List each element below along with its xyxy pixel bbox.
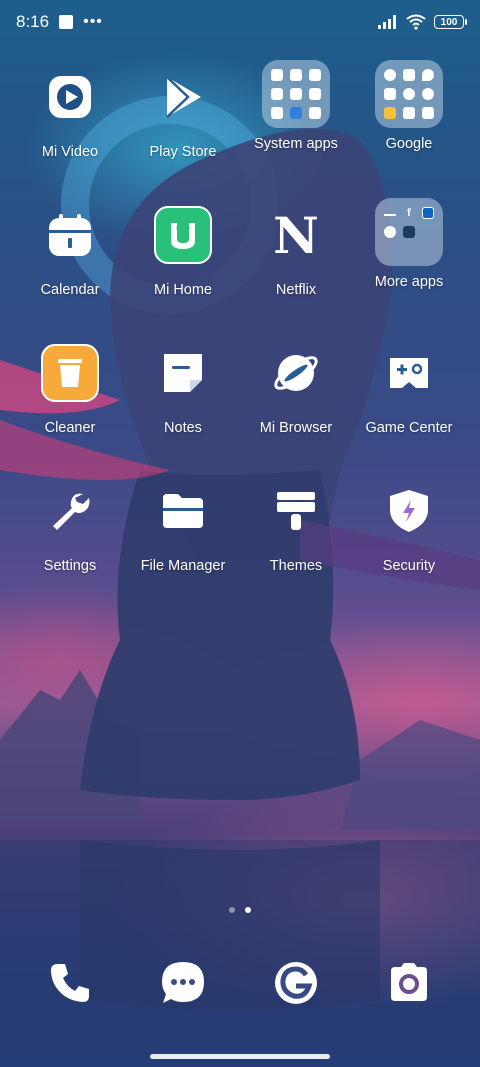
- wrench-icon: [41, 482, 99, 540]
- mini-app-icon: [402, 106, 415, 119]
- notes-icon: [154, 344, 212, 402]
- camera-icon: [391, 963, 427, 1001]
- more-apps-folder-icon: f: [375, 198, 443, 266]
- mini-app-icon: [403, 245, 415, 257]
- app-label: Notes: [164, 420, 202, 436]
- mini-app-icon: [421, 87, 434, 100]
- app-notes[interactable]: Notes: [127, 344, 239, 464]
- folder-label: Google: [385, 136, 433, 152]
- google-folder-icon: [375, 60, 443, 128]
- app-mi-video[interactable]: Mi Video: [14, 68, 126, 188]
- app-label: Themes: [269, 558, 323, 574]
- app-label: Mi Browser: [259, 420, 333, 436]
- app-label: Netflix: [275, 282, 317, 298]
- mini-app-icon: [271, 106, 284, 119]
- mini-app-icon: [402, 69, 415, 82]
- app-label: Mi Home: [153, 282, 212, 298]
- page-indicator: [0, 907, 480, 913]
- page-dot[interactable]: [229, 907, 235, 913]
- dock-phone[interactable]: [45, 958, 95, 1008]
- mini-app-icon: [422, 245, 434, 257]
- browser-g-icon: [275, 962, 317, 1004]
- mini-app-icon: [271, 69, 284, 82]
- mini-app-icon: [308, 87, 321, 100]
- mini-app-icon: [384, 245, 396, 257]
- notification-icon: [59, 15, 74, 29]
- mi-video-icon: [41, 68, 99, 126]
- mini-app-icon: [271, 87, 284, 100]
- folder-system-apps[interactable]: System apps: [240, 60, 352, 180]
- mini-app-icon: [422, 226, 434, 238]
- dock-browser[interactable]: [271, 958, 321, 1008]
- mini-app-icon: [289, 69, 302, 82]
- netflix-logo-text: N: [273, 205, 319, 265]
- shield-icon: [380, 482, 438, 540]
- signal-icon: [378, 15, 396, 29]
- page-dot-active[interactable]: [245, 907, 251, 913]
- mi-browser-icon: [267, 344, 325, 402]
- dock-messages[interactable]: [158, 958, 208, 1008]
- mini-app-icon: [421, 69, 434, 82]
- wifi-icon: [406, 14, 426, 30]
- mini-app-icon: [384, 210, 397, 217]
- mini-app-icon: f: [407, 207, 411, 220]
- system-apps-folder-icon: [262, 60, 330, 128]
- mini-app-icon: [402, 87, 415, 100]
- mini-app-icon: [384, 106, 397, 119]
- game-center-icon: [380, 344, 438, 402]
- status-bar: 8:16 ••• 100: [0, 0, 480, 44]
- messages-icon: [162, 962, 204, 1003]
- folder-icon: [154, 482, 212, 540]
- app-cleaner[interactable]: Cleaner: [14, 344, 126, 464]
- app-netflix[interactable]: N Netflix: [240, 206, 352, 326]
- app-settings[interactable]: Settings: [14, 482, 126, 602]
- phone-icon: [51, 964, 89, 1002]
- app-label: Play Store: [149, 144, 217, 160]
- mini-app-icon: [289, 87, 302, 100]
- mi-home-icon: [154, 206, 212, 264]
- mini-app-icon: [384, 87, 397, 100]
- dock-camera[interactable]: [384, 958, 434, 1008]
- app-themes[interactable]: Themes: [240, 482, 352, 602]
- folder-label: More apps: [374, 274, 444, 290]
- mini-app-icon: [308, 69, 321, 82]
- app-game-center[interactable]: Game Center: [353, 344, 465, 464]
- app-label: Security: [382, 558, 436, 574]
- app-label: Mi Video: [41, 144, 99, 160]
- more-notifications-indicator: •••: [83, 13, 103, 30]
- play-store-icon: [154, 68, 212, 126]
- app-file-manager[interactable]: File Manager: [127, 482, 239, 602]
- app-security[interactable]: Security: [353, 482, 465, 602]
- status-time: 8:16: [16, 12, 50, 31]
- paint-brush-icon: [267, 482, 325, 540]
- gesture-nav-bar[interactable]: [150, 1054, 330, 1059]
- mini-app-icon: [308, 106, 321, 119]
- app-label: Cleaner: [44, 420, 96, 436]
- app-mi-browser[interactable]: Mi Browser: [240, 344, 352, 464]
- mini-app-icon: [402, 225, 415, 238]
- netflix-icon: N: [267, 205, 325, 265]
- mini-app-icon: [421, 207, 434, 220]
- app-label: Settings: [43, 558, 97, 574]
- app-label: Game Center: [365, 420, 453, 436]
- battery-indicator: 100: [434, 15, 467, 29]
- folder-google[interactable]: Google: [353, 60, 465, 180]
- battery-level: 100: [440, 16, 458, 28]
- app-label: Calendar: [40, 282, 100, 298]
- app-calendar[interactable]: Calendar: [14, 206, 126, 326]
- mini-app-icon: [289, 106, 302, 119]
- app-mi-home[interactable]: Mi Home: [127, 206, 239, 326]
- folder-label: System apps: [254, 136, 338, 152]
- calendar-icon: [41, 206, 99, 264]
- mini-app-icon: [384, 225, 397, 238]
- app-play-store[interactable]: Play Store: [127, 68, 239, 188]
- folder-more-apps[interactable]: f More apps: [353, 198, 465, 318]
- mini-app-icon: [421, 106, 434, 119]
- cleaner-icon: [41, 344, 99, 402]
- app-label: File Manager: [140, 558, 226, 574]
- mini-app-icon: [384, 69, 397, 82]
